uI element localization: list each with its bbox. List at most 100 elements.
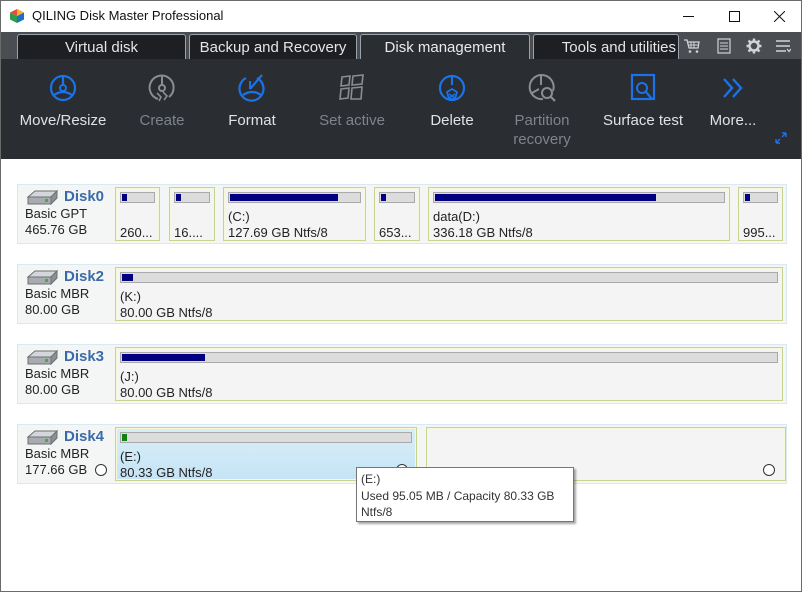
- usage-bar: [120, 432, 412, 443]
- partition-recovery-button[interactable]: Partition recovery: [497, 59, 587, 159]
- create-button[interactable]: Create: [122, 59, 202, 159]
- move-resize-button[interactable]: Move/Resize: [13, 59, 113, 159]
- disk-size: 80.00 GB: [25, 302, 80, 317]
- partition-block[interactable]: 653...: [374, 187, 420, 241]
- partition-tooltip: (E:) Used 95.05 MB / Capacity 80.33 GB N…: [356, 467, 574, 522]
- partition-block[interactable]: 995...: [738, 187, 783, 241]
- partition-block-k[interactable]: (K:) 80.00 GB Ntfs/8: [115, 267, 783, 321]
- tab-disk-management[interactable]: Disk management: [360, 34, 530, 59]
- more-label: More...: [709, 112, 757, 129]
- disk-row-disk3[interactable]: Disk3 Basic MBR 80.00 GB (J:) 80.00 GB N…: [17, 344, 787, 404]
- disk-row-disk0[interactable]: Disk0 Basic GPT 465.76 GB 260... 16.... …: [17, 184, 787, 244]
- tooltip-line-filesystem: Ntfs/8: [361, 505, 393, 519]
- move-resize-icon: [49, 74, 77, 102]
- usage-bar: [433, 192, 725, 203]
- partition-block-j[interactable]: (J:) 80.00 GB Ntfs/8: [115, 347, 783, 401]
- partition-label: (E:): [120, 449, 141, 464]
- usage-bar: [174, 192, 210, 203]
- more-button[interactable]: More...: [701, 59, 765, 159]
- window-title: QILING Disk Master Professional: [32, 8, 224, 23]
- disk-info[interactable]: Disk2 Basic MBR 80.00 GB: [18, 265, 115, 323]
- delete-icon: [438, 74, 466, 102]
- usage-bar-fill: [176, 194, 181, 201]
- partition-block-c[interactable]: (C:) 127.69 GB Ntfs/8: [223, 187, 366, 241]
- disk-info[interactable]: Disk3 Basic MBR 80.00 GB: [18, 345, 115, 403]
- usage-bar: [120, 272, 778, 283]
- tab-virtual-disk[interactable]: Virtual disk: [17, 34, 186, 59]
- settings-icon[interactable]: [743, 37, 765, 55]
- app-window: QILING Disk Master Professional Virtual …: [0, 0, 802, 592]
- set-active-label: Set active: [319, 112, 385, 129]
- usage-bar-fill: [230, 194, 339, 201]
- partition-desc: 653...: [379, 225, 412, 240]
- format-label: Format: [228, 112, 276, 129]
- more-chevron-icon: [723, 78, 743, 98]
- log-icon[interactable]: [713, 37, 735, 55]
- move-resize-label: Move/Resize: [19, 112, 107, 129]
- partition-block[interactable]: 16....: [169, 187, 215, 241]
- disk-row-disk2[interactable]: Disk2 Basic MBR 80.00 GB (K:) 80.00 GB N…: [17, 264, 787, 324]
- surface-test-button[interactable]: Surface test: [597, 59, 689, 159]
- partition-label: data(D:): [433, 209, 480, 224]
- close-icon: [773, 11, 785, 22]
- expand-ribbon-icon[interactable]: [774, 131, 788, 145]
- partition-recovery-label-line1: Partition: [514, 112, 570, 129]
- disk-size: 80.00 GB: [25, 382, 80, 397]
- disk-name: Disk2: [64, 268, 105, 285]
- hard-disk-icon: [26, 429, 59, 446]
- create-partition-icon: [148, 74, 175, 102]
- usage-bar: [379, 192, 415, 203]
- disk-type: Basic MBR: [25, 286, 90, 301]
- title-bar: QILING Disk Master Professional: [1, 1, 801, 32]
- partition-desc: 260...: [120, 225, 153, 240]
- partition-desc: 80.00 GB Ntfs/8: [120, 305, 213, 320]
- format-button[interactable]: Format: [212, 59, 292, 159]
- menu-icon[interactable]: [772, 37, 794, 55]
- disk-name: Disk0: [64, 188, 105, 205]
- partition-desc: 16....: [174, 225, 203, 240]
- usage-bar-fill: [745, 194, 750, 201]
- maximize-icon: [728, 11, 740, 22]
- hard-disk-icon: [26, 349, 59, 366]
- set-active-icon: [339, 74, 364, 100]
- disk-info[interactable]: Disk0 Basic GPT 465.76 GB: [18, 185, 115, 243]
- close-button[interactable]: [756, 1, 802, 32]
- delete-button[interactable]: Delete: [412, 59, 492, 159]
- cart-icon[interactable]: [681, 37, 703, 55]
- maximize-button[interactable]: [711, 1, 757, 32]
- hard-disk-icon: [26, 269, 59, 286]
- app-cube-icon: [10, 9, 24, 23]
- usage-bar-fill: [381, 194, 386, 201]
- minimize-button[interactable]: [665, 1, 711, 32]
- usage-bar-fill: [122, 274, 134, 281]
- tab-backup-and-recovery[interactable]: Backup and Recovery: [189, 34, 357, 59]
- tooltip-line-usage: Used 95.05 MB / Capacity 80.33 GB: [361, 488, 555, 503]
- tooltip-line-drive: (E:): [361, 472, 381, 486]
- disk-info[interactable]: Disk4 Basic MBR 177.66 GB: [18, 425, 115, 483]
- usage-bar-fill: [122, 194, 127, 201]
- disk-name: Disk4: [64, 428, 105, 445]
- partition-desc: 995...: [743, 225, 776, 240]
- ribbon-toolbar: Move/Resize Create Format Set active Del…: [1, 59, 801, 159]
- delete-label: Delete: [430, 112, 474, 129]
- disk-size: 177.66 GB: [25, 462, 88, 477]
- surface-test-icon: [630, 73, 656, 101]
- partition-label: (J:): [120, 369, 139, 384]
- set-active-button[interactable]: Set active: [306, 59, 398, 159]
- partition-desc: 80.00 GB Ntfs/8: [120, 385, 213, 400]
- usage-bar: [743, 192, 778, 203]
- partition-select-radio[interactable]: [763, 464, 775, 476]
- usage-bar-fill: [122, 434, 127, 441]
- disk-select-radio[interactable]: [95, 464, 107, 476]
- disk-type: Basic GPT: [25, 206, 88, 221]
- disk-size: 465.76 GB: [25, 222, 88, 237]
- partition-desc: 127.69 GB Ntfs/8: [228, 225, 328, 240]
- partition-recovery-label: Partition recovery: [513, 111, 571, 149]
- usage-bar: [228, 192, 361, 203]
- usage-bar-fill: [435, 194, 657, 201]
- partition-block[interactable]: 260...: [115, 187, 160, 241]
- tab-tools-and-utilities[interactable]: Tools and utilities: [533, 34, 679, 59]
- surface-test-label: Surface test: [602, 112, 684, 129]
- partition-block-d[interactable]: data(D:) 336.18 GB Ntfs/8: [428, 187, 730, 241]
- main-tab-bar: Virtual disk Backup and Recovery Disk ma…: [1, 32, 801, 59]
